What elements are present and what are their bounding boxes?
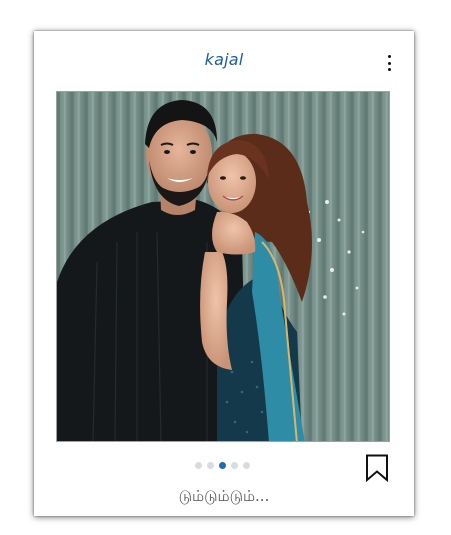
more-vertical-icon	[387, 55, 391, 58]
post-card: kajal டும்டும்டும்...	[34, 31, 414, 516]
carousel-dot[interactable]	[243, 462, 250, 469]
carousel-indicator	[195, 462, 250, 469]
carousel-dot[interactable]	[231, 462, 238, 469]
post-caption: டும்டும்டும்...	[178, 487, 270, 505]
bookmark-icon[interactable]	[365, 454, 389, 482]
carousel-dot[interactable]	[195, 462, 202, 469]
post-username[interactable]: kajal	[34, 50, 414, 69]
carousel-dot-active[interactable]	[219, 462, 226, 469]
carousel-dot[interactable]	[207, 462, 214, 469]
post-image[interactable]	[56, 91, 390, 442]
more-options-button[interactable]	[384, 55, 394, 71]
